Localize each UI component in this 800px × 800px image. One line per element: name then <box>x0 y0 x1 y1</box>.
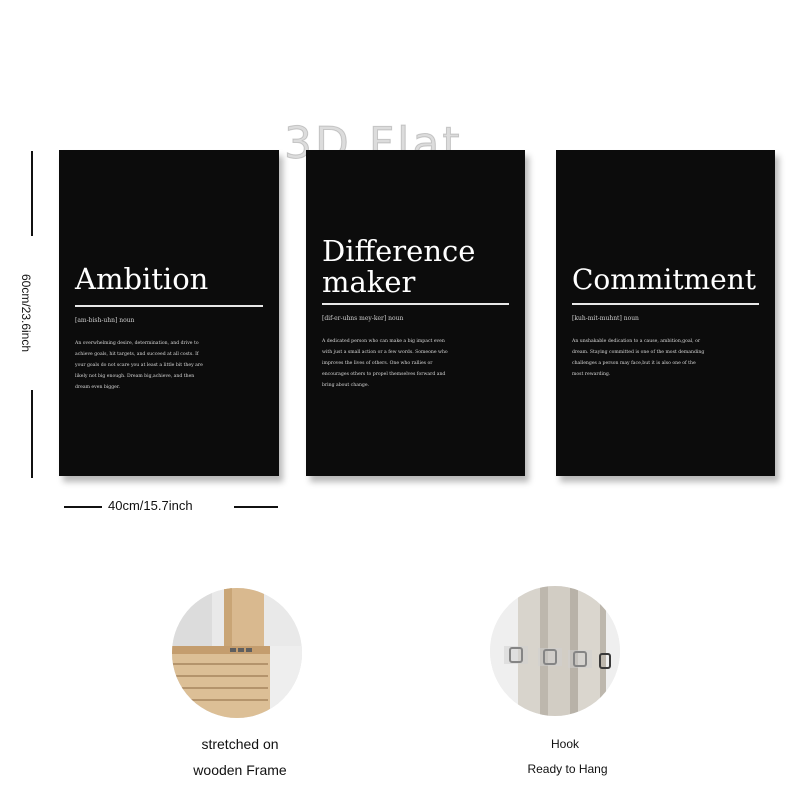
width-dimension-label: 40cm/15.7inch <box>108 498 193 513</box>
definition-line: dream. Staying committed is one of the m… <box>572 350 705 355</box>
definition-line: encourages others to propel themselves f… <box>322 372 446 377</box>
wooden-frame-photo <box>172 588 302 718</box>
poster-title-line: Difference <box>322 234 476 268</box>
height-dimension-line-top <box>31 151 33 236</box>
hook-photo <box>490 586 620 716</box>
definition-line: challenges a person may face,but it is a… <box>572 361 696 366</box>
definition-line: improves the lives of others. One who ra… <box>322 361 433 366</box>
definition-line: likely not big enough. Dream big,achieve… <box>75 374 195 379</box>
poster-pronunciation: [dif-er-uhns mey-ker] noun <box>322 315 404 322</box>
definition-line: with just a small action or a few words.… <box>322 350 448 355</box>
poster-pronunciation: [am-bish-uhn] noun <box>75 317 135 324</box>
poster-title-line: maker <box>322 265 416 299</box>
frame-caption: stretched on wooden Frame <box>170 731 310 783</box>
poster-difference-maker: Difference maker [dif-er-uhns mey-ker] n… <box>306 150 525 476</box>
definition-line: A dedicated person who can make a big im… <box>322 339 445 344</box>
frame-caption-line: wooden Frame <box>193 762 287 778</box>
frame-caption-line: stretched on <box>201 736 279 752</box>
height-dimension-label: 60cm/23.6inch <box>19 273 33 353</box>
width-dimension-line-right <box>234 506 278 508</box>
poster-title: Commitment <box>572 263 756 296</box>
hook-illustration <box>490 586 620 716</box>
poster-definition: A dedicated person who can make a big im… <box>322 336 507 391</box>
hook-caption: Hook <box>550 737 579 751</box>
definition-line: dream even bigger. <box>75 385 121 390</box>
poster-ambition: Ambition [am-bish-uhn] noun An overwhelm… <box>59 150 279 476</box>
poster-title: Difference maker <box>322 236 513 298</box>
poster-commitment: Commitment [kuh-mit-muhnt] noun An unsha… <box>556 150 775 476</box>
definition-line: bring about change. <box>322 383 370 388</box>
poster-definition: An unshakable dedication to a cause, amb… <box>572 336 757 380</box>
poster-divider <box>75 305 263 307</box>
poster-pronunciation: [kuh-mit-muhnt] noun <box>572 315 639 322</box>
poster-title: Ambition <box>75 262 209 296</box>
wooden-frame-illustration <box>172 588 302 718</box>
definition-line: most rewarding. <box>572 372 611 377</box>
definition-line: your goals do not scare you at least a l… <box>75 363 203 368</box>
height-dimension-line-bottom <box>31 390 33 478</box>
definition-line: An unshakable dedication to a cause, amb… <box>572 339 701 344</box>
hook-subcaption: Ready to Hang <box>527 762 608 776</box>
poster-divider <box>322 303 509 305</box>
poster-divider <box>572 303 759 305</box>
definition-line: achieve goals, hit targets, and succeed … <box>75 352 199 357</box>
definition-line: An overwhelming desire, determination, a… <box>75 341 199 346</box>
poster-definition: An overwhelming desire, determination, a… <box>75 338 261 393</box>
width-dimension-line-left <box>64 506 102 508</box>
